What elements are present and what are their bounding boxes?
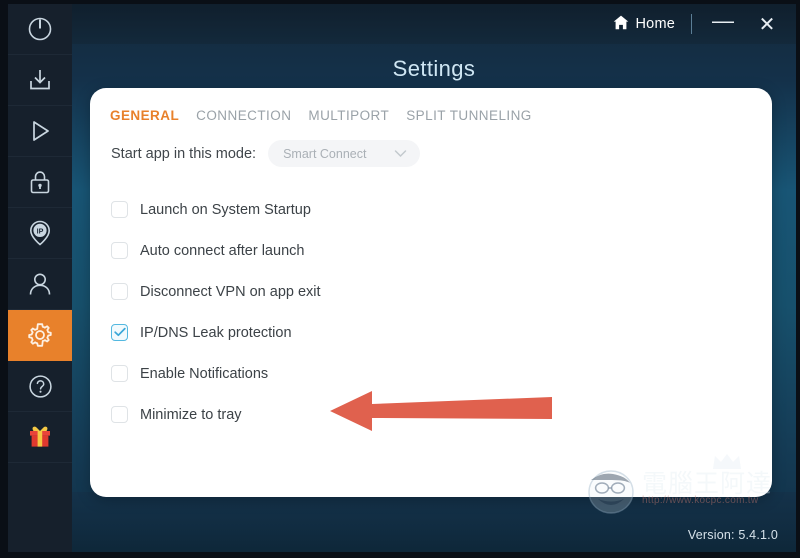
sidebar-item-power[interactable]	[8, 4, 72, 55]
option-launch-on-system-startup[interactable]: Launch on System Startup	[111, 189, 772, 230]
gift-icon	[25, 423, 55, 451]
page-title: Settings	[392, 56, 476, 81]
option-label: Minimize to tray	[140, 406, 242, 423]
tab-general[interactable]: GENERAL	[110, 108, 179, 123]
start-mode-select[interactable]: Smart Connect	[268, 140, 421, 167]
chevron-down-icon	[394, 145, 407, 163]
start-mode-row: Start app in this mode: Smart Connect	[90, 123, 772, 167]
home-button[interactable]: Home	[613, 15, 675, 34]
option-label: IP/DNS Leak protection	[140, 324, 292, 341]
option-disconnect-vpn-on-app-exit[interactable]: Disconnect VPN on app exit	[111, 271, 772, 312]
watermark: 電腦王阿達 http://www.kocpc.com.tw	[584, 454, 784, 521]
play-icon	[26, 117, 54, 145]
watermark-face-icon	[584, 466, 638, 521]
tab-bar: GENERAL CONNECTION MULTIPORT SPLIT TUNNE…	[90, 88, 772, 123]
user-icon	[26, 270, 54, 298]
sidebar-item-lock[interactable]	[8, 157, 72, 208]
sidebar-item-download[interactable]	[8, 55, 72, 106]
options-list: Launch on System Startup Auto connect af…	[90, 167, 772, 435]
option-label: Launch on System Startup	[140, 201, 311, 218]
start-mode-value: Smart Connect	[283, 146, 367, 161]
option-enable-notifications[interactable]: Enable Notifications	[111, 353, 772, 394]
tab-connection[interactable]: CONNECTION	[196, 108, 291, 123]
svg-text:IP: IP	[37, 227, 44, 236]
sidebar-item-play[interactable]	[8, 106, 72, 157]
checkbox-minimize-to-tray[interactable]	[111, 406, 128, 423]
watermark-url: http://www.kocpc.com.tw	[642, 495, 759, 506]
version-label: Version: 5.4.1.0	[687, 528, 778, 542]
checkbox-auto-connect-after-launch[interactable]	[111, 242, 128, 259]
titlebar: Home — ✕	[72, 4, 796, 44]
lock-icon	[27, 168, 53, 196]
checkbox-enable-notifications[interactable]	[111, 365, 128, 382]
home-icon	[613, 15, 629, 34]
start-mode-label: Start app in this mode:	[111, 145, 257, 162]
option-auto-connect-after-launch[interactable]: Auto connect after launch	[111, 230, 772, 271]
checkbox-launch-on-system-startup[interactable]	[111, 201, 128, 218]
home-label: Home	[635, 16, 675, 32]
main-window: Home — ✕ Settings GENERAL CONNECTION MUL…	[72, 4, 796, 552]
option-label: Auto connect after launch	[140, 242, 305, 259]
ip-pin-icon: IP	[26, 218, 54, 248]
sidebar-item-gift[interactable]	[8, 412, 72, 463]
option-label: Enable Notifications	[140, 365, 269, 382]
question-icon	[26, 372, 55, 401]
close-button[interactable]: ✕	[754, 11, 780, 37]
sidebar-item-account[interactable]	[8, 259, 72, 310]
download-icon	[26, 66, 54, 94]
power-icon	[25, 14, 55, 44]
tab-split-tunneling[interactable]: SPLIT TUNNELING	[406, 108, 532, 123]
option-minimize-to-tray[interactable]: Minimize to tray	[111, 394, 772, 435]
app-root: IP Home — ✕ Settings GENERAL CONNECTION …	[0, 0, 800, 558]
sidebar: IP	[8, 4, 72, 552]
titlebar-divider	[691, 14, 692, 34]
sidebar-item-settings[interactable]	[8, 310, 72, 361]
check-icon	[113, 324, 126, 342]
sidebar-item-ip[interactable]: IP	[8, 208, 72, 259]
option-label: Disconnect VPN on app exit	[140, 283, 321, 300]
checkbox-disconnect-vpn-on-app-exit[interactable]	[111, 283, 128, 300]
sidebar-item-help[interactable]	[8, 361, 72, 412]
option-ip-dns-leak-protection[interactable]: IP/DNS Leak protection	[111, 312, 772, 353]
gear-icon	[25, 320, 55, 350]
checkbox-ip-dns-leak-protection[interactable]	[111, 324, 128, 341]
tab-multiport[interactable]: MULTIPORT	[308, 108, 389, 123]
settings-card: GENERAL CONNECTION MULTIPORT SPLIT TUNNE…	[90, 88, 772, 497]
app-frame: IP Home — ✕ Settings GENERAL CONNECTION …	[0, 0, 800, 558]
minimize-button[interactable]: —	[710, 8, 736, 40]
